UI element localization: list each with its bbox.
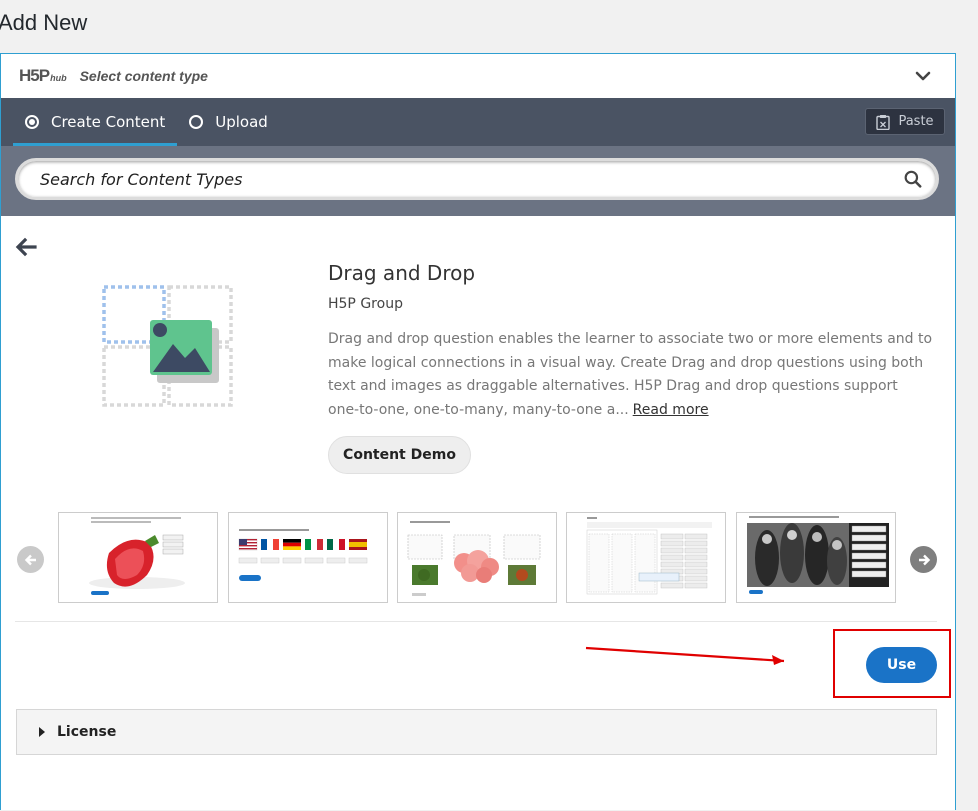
- tab-label: Create Content: [51, 113, 166, 131]
- license-toggle[interactable]: License: [16, 709, 937, 755]
- annotation-arrow: [585, 646, 785, 665]
- paste-label: Paste: [898, 114, 934, 129]
- carousel-prev-button[interactable]: [17, 546, 44, 573]
- paste-button[interactable]: Paste: [865, 108, 945, 135]
- hub-header[interactable]: H5Phub Select content type: [1, 54, 955, 98]
- chevron-down-icon[interactable]: [915, 68, 931, 84]
- clipboard-icon: [876, 114, 891, 130]
- divider: [15, 621, 937, 622]
- screenshot-thumbnail[interactable]: [228, 512, 388, 603]
- screenshot-carousel: [15, 512, 937, 606]
- radio-unchecked-icon: [189, 115, 204, 129]
- caret-right-icon: [39, 727, 45, 737]
- tab-label: Upload: [215, 113, 268, 131]
- nav-bar: Create Content Upload Paste: [1, 98, 955, 146]
- carousel-next-button[interactable]: [910, 546, 937, 573]
- screenshot-thumbnail[interactable]: [736, 512, 896, 603]
- tab-create-content[interactable]: Create Content: [13, 98, 178, 146]
- search-bar: [1, 146, 955, 216]
- use-button[interactable]: Use: [866, 647, 937, 683]
- content-type-detail: Drag and Drop H5P Group Drag and drop qu…: [1, 216, 955, 811]
- radio-checked-icon: [25, 115, 39, 129]
- header-title: Select content type: [79, 68, 208, 84]
- arrow-right-icon: [918, 554, 930, 565]
- drag-and-drop-icon: [102, 285, 233, 407]
- page-title: Add New: [0, 10, 88, 35]
- read-more-link[interactable]: Read more: [633, 402, 709, 418]
- content-demo-button[interactable]: Content Demo: [328, 436, 471, 474]
- screenshot-thumbnail[interactable]: [397, 512, 557, 603]
- content-type-owner: H5P Group: [328, 296, 403, 312]
- h5p-logo: H5Phub: [19, 66, 67, 85]
- back-arrow-icon[interactable]: [15, 236, 37, 258]
- content-type-title: Drag and Drop: [328, 261, 476, 285]
- search-icon[interactable]: [904, 170, 922, 188]
- arrow-left-icon: [24, 554, 36, 565]
- content-type-description: Drag and drop question enables the learn…: [328, 331, 933, 418]
- search-box: [15, 158, 939, 200]
- screenshot-thumbnail[interactable]: [58, 512, 218, 603]
- tab-upload[interactable]: Upload: [177, 98, 280, 146]
- license-label: License: [57, 724, 117, 740]
- screenshot-thumbnail[interactable]: [566, 512, 726, 603]
- h5p-hub: H5Phub Select content type Create Conten…: [0, 53, 956, 810]
- search-input[interactable]: [40, 169, 905, 189]
